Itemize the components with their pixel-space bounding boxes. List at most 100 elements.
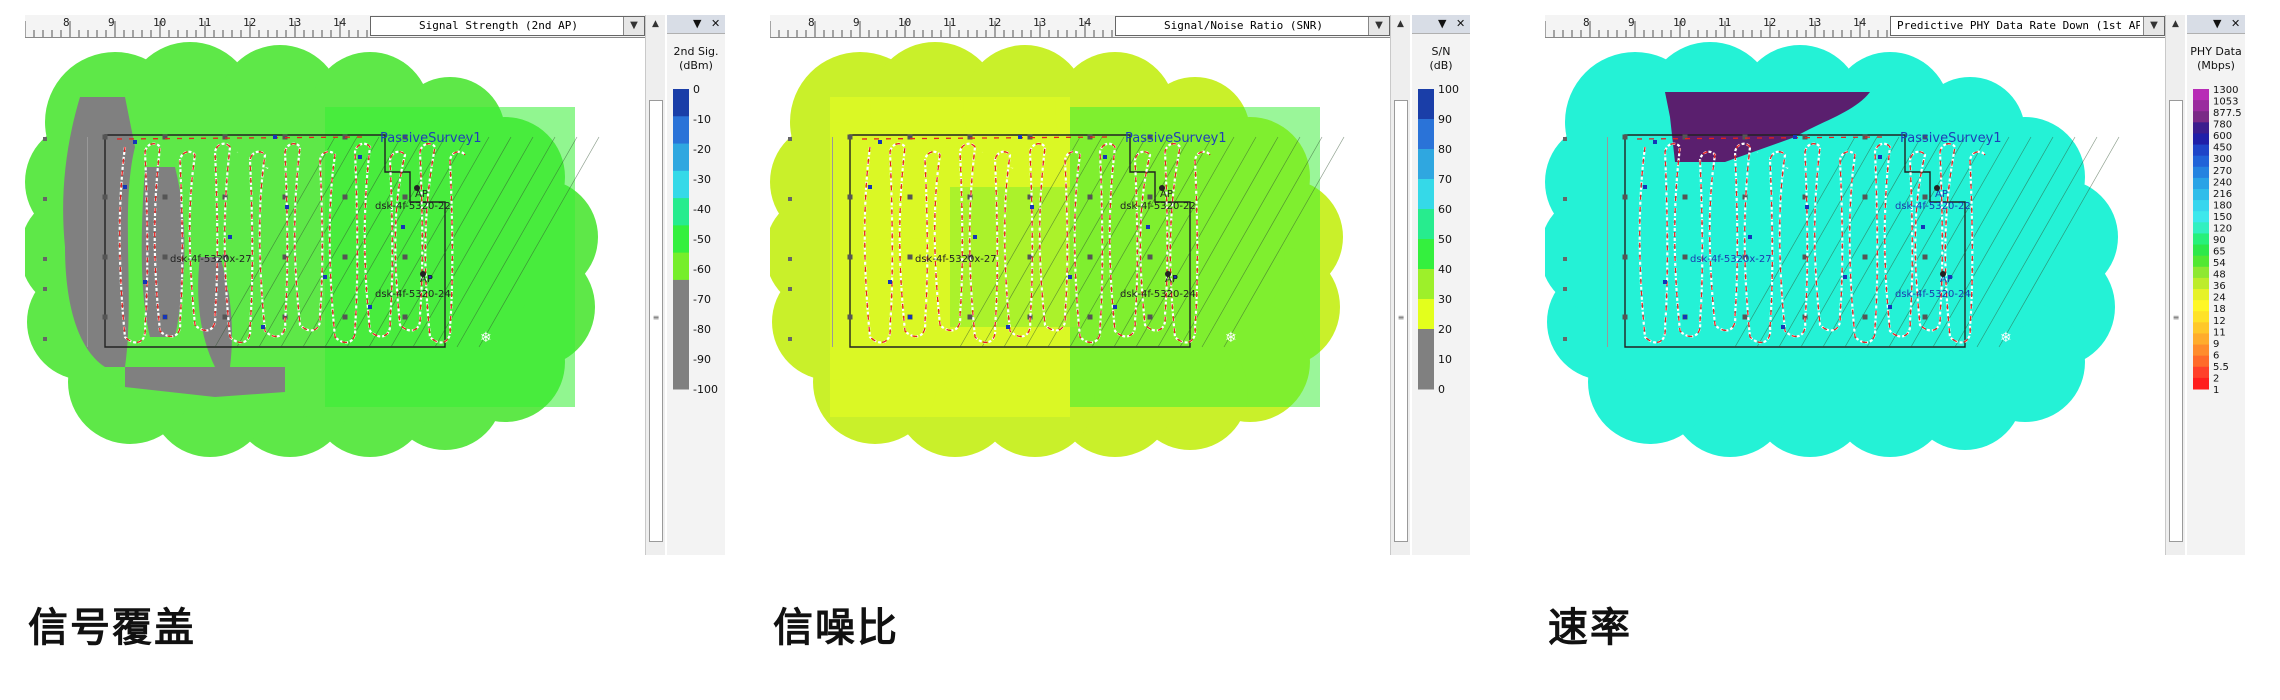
ruler-number: 9	[853, 16, 860, 29]
legend-swatch	[1418, 239, 1434, 270]
legend-label: -90	[693, 353, 711, 366]
wall-marker	[1563, 287, 1567, 291]
legend-swatch	[2193, 266, 2209, 279]
legend-swatch	[2193, 177, 2209, 190]
legend-title-line: PHY Data	[2190, 45, 2242, 58]
legend-swatch	[673, 361, 689, 390]
close-icon[interactable]: ✕	[2231, 15, 2240, 33]
panel-caption: 信号覆盖	[28, 605, 196, 651]
legend-swatch	[2193, 211, 2209, 223]
heatmap-map[interactable]: PassiveSurvey1APdsk-4f-5320-22dsk-4f-532…	[25, 37, 645, 555]
heatmap-viewport[interactable]: 89101112131415 Predictive PHY Data Rate …	[1545, 15, 2165, 555]
legend-swatch	[1418, 209, 1434, 240]
legend-swatch	[2193, 344, 2209, 357]
legend-label: -10	[693, 113, 711, 126]
visualization-dropdown[interactable]: Signal/Noise Ratio (SNR) ▼	[1115, 16, 1390, 36]
legend-swatch	[2193, 333, 2209, 346]
pin-down-icon[interactable]: ▼	[1438, 15, 1446, 33]
legend-label: 65	[2213, 247, 2226, 258]
legend-swatch	[673, 198, 689, 226]
scroll-thumb[interactable]: ≡	[2169, 100, 2183, 542]
legend-swatch	[2193, 100, 2209, 112]
ruler-number: 8	[808, 16, 815, 29]
close-icon[interactable]: ✕	[711, 15, 720, 33]
wall-marker	[788, 137, 792, 141]
ruler-number: 14	[333, 16, 347, 29]
ruler-number: 14	[1078, 16, 1092, 29]
ap-icon	[1165, 271, 1171, 277]
ap-name-label: dsk-4f-5320-22	[1120, 201, 1196, 212]
ap-name-label: dsk-4f-5320x-27	[915, 254, 997, 265]
chevron-up-icon[interactable]: ▲	[2166, 15, 2185, 33]
ruler-number: 10	[153, 16, 167, 29]
close-icon[interactable]: ✕	[1456, 15, 1465, 33]
legend-swatch	[2193, 255, 2209, 268]
legend-swatch	[673, 89, 689, 117]
legend-label: 40	[1438, 263, 1452, 276]
legend-label: 0	[693, 85, 700, 96]
wall-marker	[788, 337, 792, 341]
chevron-up-icon[interactable]: ▲	[1391, 15, 1410, 33]
ap-name-label: dsk-4f-5320-22	[375, 201, 451, 212]
legend-label: 180	[2213, 200, 2232, 211]
legend-title: 2nd Sig. (dBm)	[667, 45, 725, 73]
ruler-number: 11	[1718, 16, 1732, 29]
legend-swatch	[1418, 179, 1434, 210]
wall-marker	[43, 287, 47, 291]
heatmap-map[interactable]: PassiveSurvey1APdsk-4f-5320-22dsk-4f-532…	[770, 37, 1390, 555]
legend-swatch	[673, 170, 689, 199]
legend-swatch	[673, 116, 689, 145]
pin-down-icon[interactable]: ▼	[693, 15, 701, 33]
heatmap-viewport[interactable]: 89101112131415 Signal Strength (2nd AP) …	[25, 15, 645, 555]
legend-label: 120	[2213, 223, 2232, 234]
legend-label: 36	[2213, 281, 2226, 292]
wall-marker	[43, 197, 47, 201]
wall-marker	[788, 287, 792, 291]
vertical-scrollbar[interactable]: ▲ ≡	[645, 15, 665, 555]
wall-marker	[1563, 257, 1567, 261]
legend-panel: ▼ ✕ S/N (dB) 100 90 80 70 60 50 40 30 20 10 0	[1412, 15, 1470, 555]
visualization-dropdown[interactable]: Predictive PHY Data Rate Down (1st AP) ▼	[1890, 16, 2165, 36]
vertical-scrollbar[interactable]: ▲ ≡	[1390, 15, 1410, 555]
chevron-down-icon[interactable]: ▼	[623, 17, 644, 35]
ruler-number: 13	[288, 16, 302, 29]
scroll-thumb[interactable]: ≡	[649, 100, 663, 542]
legend-label: 54	[2213, 258, 2226, 269]
chevron-up-icon[interactable]: ▲	[646, 15, 665, 33]
legend-swatch	[2193, 311, 2209, 323]
ruler-number: 13	[1808, 16, 1822, 29]
ruler-number: 8	[63, 16, 70, 29]
legend-label: 24	[2213, 293, 2226, 304]
visualization-dropdown-value: Predictive PHY Data Rate Down (1st AP)	[1897, 19, 2140, 32]
chevron-down-icon[interactable]: ▼	[1368, 17, 1389, 35]
heatmap-map[interactable]: PassiveSurvey1APdsk-4f-5320-22dsk-4f-532…	[1545, 37, 2165, 555]
legend-label: 216	[2213, 189, 2232, 200]
legend-label: 9	[2213, 339, 2219, 350]
legend-swatch	[2193, 144, 2209, 157]
legend-label: 90	[1438, 113, 1452, 126]
snowflake-icon: ❄	[1225, 330, 1237, 346]
survey-label: PassiveSurvey1	[1900, 131, 2002, 146]
heatmap-viewport[interactable]: 89101112131415 Signal/Noise Ratio (SNR) …	[770, 15, 1390, 555]
legend-scale: 1009080706050403020100	[1418, 85, 1459, 396]
wall-marker	[43, 257, 47, 261]
ap-icon	[414, 185, 420, 191]
legend-title: PHY Data (Mbps)	[2187, 45, 2245, 73]
legend-swatch	[2193, 244, 2209, 257]
vertical-scrollbar[interactable]: ▲ ≡	[2165, 15, 2185, 555]
survey-label: PassiveSurvey1	[380, 131, 482, 146]
survey-label: PassiveSurvey1	[1125, 131, 1227, 146]
legend-swatch	[2193, 233, 2209, 246]
wall-marker	[1563, 137, 1567, 141]
legend-swatch	[2193, 111, 2209, 123]
chevron-down-icon[interactable]: ▼	[2143, 17, 2164, 35]
legend-label: 11	[2213, 327, 2226, 338]
legend-label: -40	[693, 203, 711, 216]
legend-swatch	[1418, 359, 1434, 390]
legend-label: 0	[1438, 383, 1445, 396]
pin-down-icon[interactable]: ▼	[2213, 15, 2221, 33]
visualization-dropdown[interactable]: Signal Strength (2nd AP) ▼	[370, 16, 645, 36]
wall-marker	[788, 197, 792, 201]
scroll-thumb[interactable]: ≡	[1394, 100, 1408, 542]
legend-swatch	[673, 143, 689, 172]
